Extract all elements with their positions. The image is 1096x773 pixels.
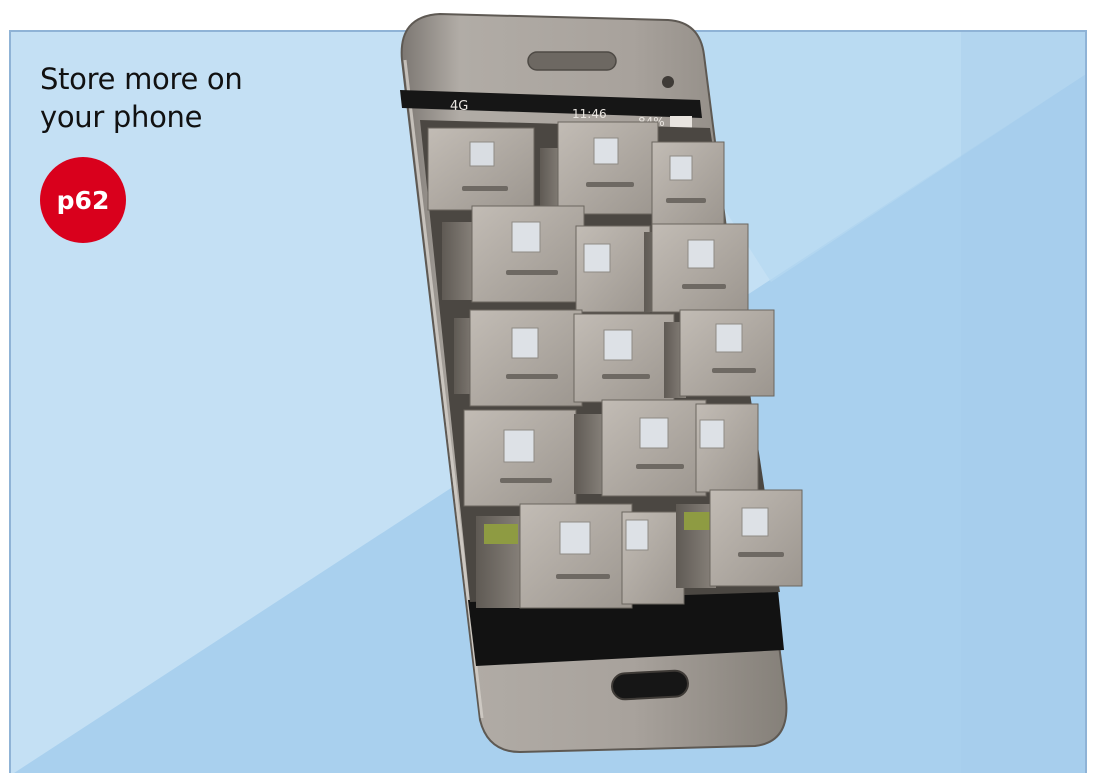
page-number-badge: p62 xyxy=(40,157,126,243)
status-network: 4G xyxy=(450,99,468,114)
home-button xyxy=(611,669,689,701)
status-time: 11:46 xyxy=(572,107,607,121)
headline-line-2: your phone xyxy=(40,100,203,134)
speaker-slot xyxy=(527,51,617,71)
headline: Store more on your phone xyxy=(40,60,243,136)
magazine-teaser: Store more on your phone p62 4G 11:46 xyxy=(0,0,1096,773)
drawer-row-3 xyxy=(454,309,775,407)
front-camera xyxy=(662,76,674,88)
headline-line-1: Store more on xyxy=(40,62,243,96)
